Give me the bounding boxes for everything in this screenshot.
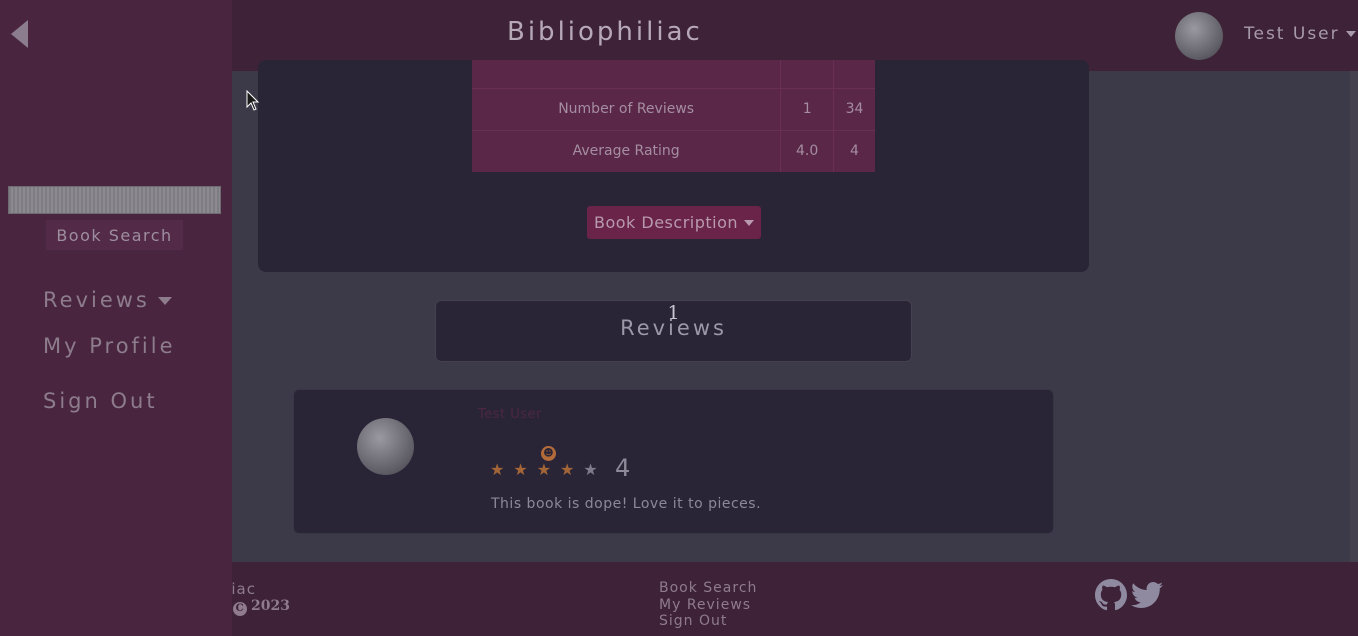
footer-link-sign-out[interactable]: Sign Out [659,613,757,630]
star-rating: ★ ★ ★ ★ ★ [490,460,598,480]
reviews-header: 1 Reviews [435,300,912,362]
book-description-button[interactable]: Book Description [587,206,761,239]
row-label: Number of Reviews [472,88,782,131]
footer-link-my-reviews[interactable]: My Reviews [659,597,757,614]
table-row: Number of Reviews 1 34 [472,88,875,131]
star-icon: ★ [490,460,505,479]
review-card: Test User ☻ ★ ★ ★ ★ ★ 4 This book is dop… [293,389,1054,534]
star-icon: ★ [513,460,528,479]
star-empty-icon: ★ [583,460,598,479]
star-icon: ★ [560,460,575,479]
rating-value: 4 [615,454,631,482]
table-cell [780,60,834,89]
book-search-input[interactable] [8,186,221,214]
chevron-down-icon [744,219,755,226]
book-description-label: Book Description [593,213,739,232]
twitter-icon[interactable] [1131,579,1163,611]
table-cell: 34 [833,88,875,131]
table-cell [833,60,875,89]
footer-link-book-search[interactable]: Book Search [659,580,757,597]
table-cell [472,60,782,89]
table-cell: 4 [833,129,875,172]
review-text: This book is dope! Love it to pieces. [491,496,762,512]
star-icon: ★ [536,460,552,479]
table-cell: 4.0 [780,129,834,172]
reviews-title: Reviews [620,316,727,340]
chevron-down-icon [157,297,172,305]
scrollbar[interactable] [1350,71,1358,562]
chevron-down-icon [1345,31,1356,37]
sidebar-item-label: Reviews [43,288,150,312]
table-cell: 1 [780,88,834,131]
copyright-icon: C [232,602,247,616]
github-icon[interactable] [1095,579,1127,611]
sidebar-item-sign-out[interactable]: Sign Out [43,389,158,413]
brand-title[interactable]: Bibliophiliac [507,17,703,47]
table-row: Average Rating 4.0 4 [472,129,875,172]
sidebar-item-profile[interactable]: My Profile [43,334,176,358]
mouse-pointer-icon [246,90,260,111]
smiley-icon: ☻ [541,446,556,461]
copyright-year: 2023 [251,598,290,614]
reviewer-avatar [357,418,414,475]
user-name-label: Test User [1244,24,1340,44]
user-menu-toggle[interactable]: Test User [1244,24,1356,44]
back-triangle-icon[interactable] [8,18,30,54]
social-icons [1095,579,1163,611]
table-header-row [472,60,875,89]
reviewer-name[interactable]: Test User [478,407,542,422]
sidebar: Book Search Reviews My Profile Sign Out [0,0,232,636]
sidebar-item-reviews[interactable]: Reviews [43,288,172,312]
book-search-button[interactable]: Book Search [46,220,183,250]
stats-table: Number of Reviews 1 34 Average Rating 4.… [472,60,875,172]
footer-links: Book Search My Reviews Sign Out [659,580,757,630]
user-avatar[interactable] [1175,12,1223,60]
row-label: Average Rating [472,129,782,172]
